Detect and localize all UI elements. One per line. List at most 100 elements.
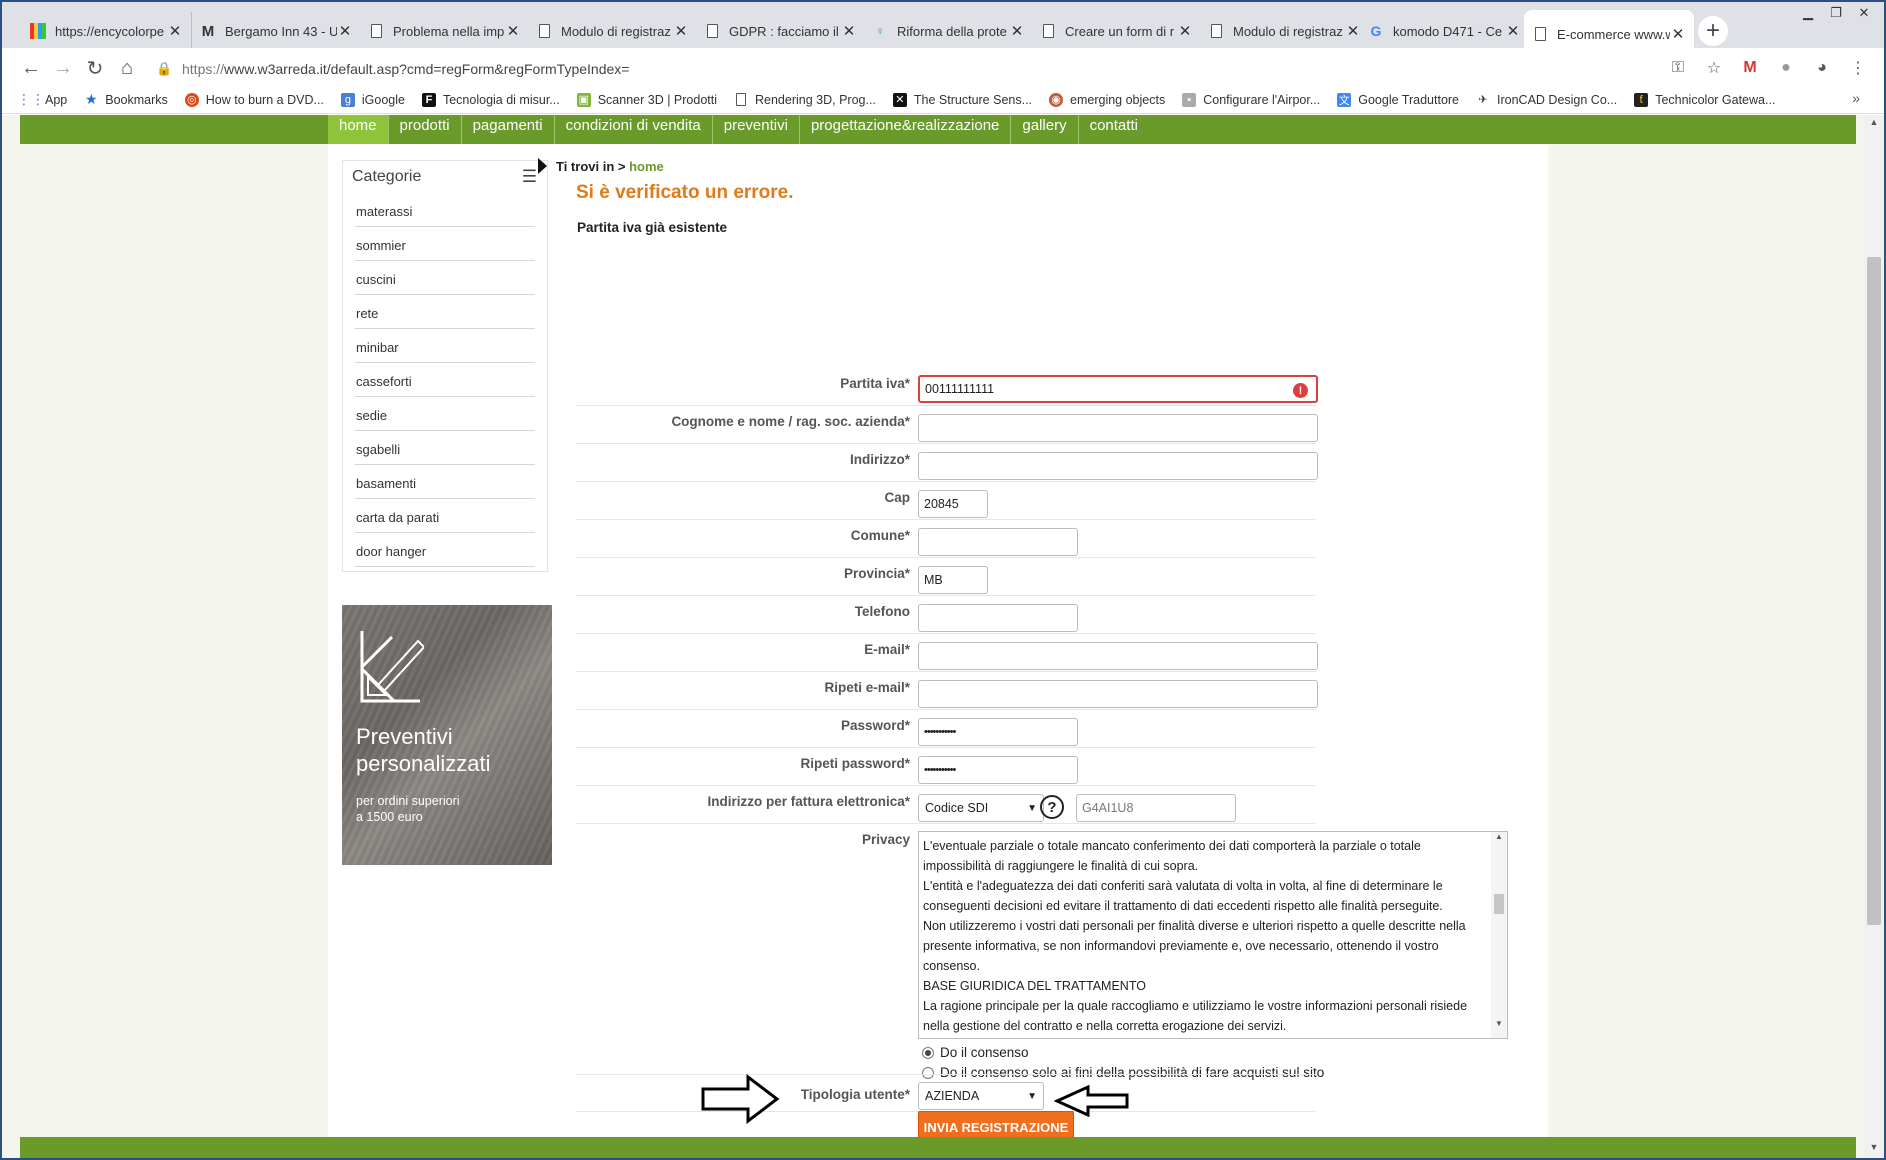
new-tab-button[interactable]: +: [1698, 16, 1728, 46]
bookmark-rendering[interactable]: Rendering 3D, Prog...: [734, 93, 876, 107]
page-viewport: home prodotti pagamenti condizioni di ve…: [2, 115, 1864, 1158]
apps-grid-icon: ⋮⋮: [17, 91, 45, 107]
back-button[interactable]: ←: [16, 53, 46, 83]
home-button[interactable]: ⌂: [112, 53, 142, 83]
tab-5[interactable]: ♀ Riforma della prote ✕: [864, 12, 1034, 50]
category-item[interactable]: carta da parati: [355, 499, 535, 533]
scroll-up-icon[interactable]: ▲: [1864, 117, 1884, 133]
tab-6[interactable]: Creare un form di r ✕: [1032, 12, 1202, 50]
minimize-button[interactable]: ▁: [1794, 4, 1822, 22]
help-icon[interactable]: ?: [1040, 795, 1064, 819]
close-icon[interactable]: ✕: [505, 22, 521, 40]
nav-home[interactable]: home: [328, 115, 389, 144]
bookmark-burn-dvd[interactable]: ◎ How to burn a DVD...: [184, 92, 324, 107]
tab-8[interactable]: G komodo D471 - Ce ✕: [1360, 12, 1530, 50]
bookmark-ironcad[interactable]: ✈ IronCAD Design Co...: [1476, 93, 1617, 107]
indirizzo-input[interactable]: [918, 452, 1318, 480]
bookmark-app[interactable]: ⋮⋮ App: [17, 91, 67, 107]
bookmark-igoogle[interactable]: g iGoogle: [340, 92, 405, 107]
nav-preventivi[interactable]: preventivi: [713, 115, 800, 144]
category-item[interactable]: basamenti: [355, 465, 535, 499]
category-item[interactable]: minibar: [355, 329, 535, 363]
scroll-down-icon[interactable]: ▼: [1491, 1019, 1507, 1028]
nav-prodotti[interactable]: prodotti: [389, 115, 462, 144]
nav-pagamenti[interactable]: pagamenti: [462, 115, 555, 144]
menu-icon[interactable]: ⋮: [1844, 54, 1872, 82]
close-icon[interactable]: ✕: [1177, 22, 1193, 40]
bookmark-technicolor[interactable]: ƭ Technicolor Gatewa...: [1634, 92, 1775, 107]
bookmark-bookmarks[interactable]: ★ Bookmarks: [84, 91, 168, 107]
nav-condizioni[interactable]: condizioni di vendita: [555, 115, 713, 144]
reload-button[interactable]: ↻: [80, 53, 110, 83]
star-icon[interactable]: ☆: [1700, 54, 1728, 82]
close-icon[interactable]: ✕: [1345, 22, 1361, 40]
category-item[interactable]: sommier: [355, 227, 535, 261]
forward-button[interactable]: →: [48, 53, 78, 83]
close-icon[interactable]: ✕: [673, 22, 689, 40]
category-item[interactable]: cuscini: [355, 261, 535, 295]
nav-gallery[interactable]: gallery: [1011, 115, 1079, 144]
bookmark-emerging[interactable]: ◉ emerging objects: [1049, 92, 1165, 107]
codice-sdi-input[interactable]: G4AI1U8: [1076, 794, 1236, 822]
scroll-down-icon[interactable]: ▼: [1864, 1142, 1884, 1158]
category-item[interactable]: rete: [355, 295, 535, 329]
cognome-input[interactable]: [918, 414, 1318, 442]
privacy-scrollbar[interactable]: ▲ ▼: [1491, 832, 1507, 1038]
bookmark-structure[interactable]: ✕ The Structure Sens...: [892, 92, 1032, 107]
bookmark-scanner[interactable]: ▣ Scanner 3D | Prodotti: [576, 92, 717, 107]
close-icon[interactable]: ✕: [167, 22, 183, 40]
privacy-textarea[interactable]: L'eventuale parziale o totale mancato co…: [918, 831, 1508, 1039]
nav-progettazione[interactable]: progettazione&realizzazione: [800, 115, 1012, 144]
browser-window: https://encycolorpe ✕ M Bergamo Inn 43 -…: [0, 0, 1886, 1160]
password-input[interactable]: •••••••••••: [918, 718, 1078, 746]
list-icon[interactable]: ☰: [522, 167, 537, 187]
bookmark-airport[interactable]: ▪ Configurare l'Airpor...: [1182, 92, 1320, 107]
gmail-icon[interactable]: M: [1736, 54, 1764, 82]
address-bar[interactable]: 🔒 https://www.w3arreda.it/default.asp?cm…: [156, 54, 1640, 84]
tab-2[interactable]: Problema nella imp ✕: [360, 12, 530, 50]
key-icon[interactable]: ⚿: [1664, 54, 1692, 82]
avatar[interactable]: ◕: [1808, 54, 1836, 82]
scroll-up-icon[interactable]: ▲: [1491, 832, 1507, 841]
close-icon[interactable]: ✕: [1505, 22, 1521, 40]
close-window-button[interactable]: ✕: [1850, 4, 1878, 22]
page-scroll-thumb[interactable]: [1867, 257, 1881, 925]
nav-contatti[interactable]: contatti: [1079, 115, 1149, 144]
email-input[interactable]: [918, 642, 1318, 670]
telefono-input[interactable]: [918, 604, 1078, 632]
email-confirm-input[interactable]: [918, 680, 1318, 708]
close-icon[interactable]: ✕: [1670, 25, 1686, 43]
tipologia-select[interactable]: AZIENDA ▼: [918, 1082, 1044, 1110]
tab-3[interactable]: Modulo di registraz ✕: [528, 12, 698, 50]
password-confirm-input[interactable]: •••••••••••: [918, 756, 1078, 784]
promo-banner[interactable]: Preventivi personalizzati per ordini supe…: [342, 605, 552, 865]
close-icon[interactable]: ✕: [1009, 22, 1025, 40]
extension-icon[interactable]: ●: [1772, 54, 1800, 82]
breadcrumb-home-link[interactable]: home: [629, 159, 664, 174]
category-item[interactable]: materassi: [355, 193, 535, 227]
category-item[interactable]: sgabelli: [355, 431, 535, 465]
fattura-type-select[interactable]: Codice SDI ▼: [918, 794, 1044, 822]
ubuntu-icon: ◎: [184, 92, 199, 107]
page-scrollbar[interactable]: ▲ ▼: [1864, 115, 1884, 1158]
consent-radio-full[interactable]: Do il consenso: [922, 1045, 1029, 1060]
tab-7[interactable]: Modulo di registraz ✕: [1200, 12, 1370, 50]
bookmark-tecnologia[interactable]: F Tecnologia di misur...: [421, 92, 560, 107]
category-item[interactable]: door hanger: [355, 533, 535, 567]
category-item[interactable]: casseforti: [355, 363, 535, 397]
comune-input[interactable]: [918, 528, 1078, 556]
tab-4[interactable]: GDPR : facciamo il p ✕: [696, 12, 866, 50]
maximize-button[interactable]: ❐: [1822, 4, 1850, 22]
bookmark-translate[interactable]: 文 Google Traduttore: [1337, 92, 1459, 107]
cap-input[interactable]: 20845: [918, 490, 988, 518]
star-icon: ★: [84, 91, 98, 107]
triangle-right-icon: [538, 158, 547, 174]
partita-iva-input[interactable]: 00111111111 !: [918, 375, 1318, 403]
close-icon[interactable]: ✕: [337, 22, 353, 40]
provincia-input[interactable]: MB: [918, 566, 988, 594]
tab-0[interactable]: https://encycolorpe ✕: [22, 12, 192, 50]
category-item[interactable]: sedie: [355, 397, 535, 431]
close-icon[interactable]: ✕: [841, 22, 857, 40]
tab-1[interactable]: M Bergamo Inn 43 - U ✕: [192, 12, 362, 50]
chevron-right-icon[interactable]: »: [1852, 90, 1860, 106]
